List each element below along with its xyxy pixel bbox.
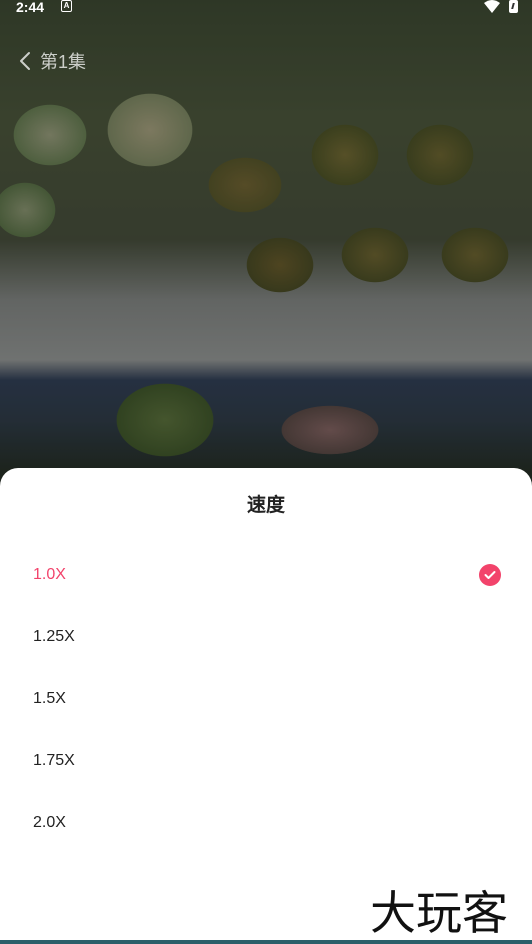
back-button[interactable]: 第1集 — [18, 48, 86, 74]
speed-option-label: 1.0X — [33, 566, 66, 583]
status-bar: 2:44 A — [0, 0, 532, 16]
check-circle-icon — [479, 564, 501, 586]
speed-option-1-0x[interactable]: 1.0X — [0, 544, 532, 606]
speed-option-1-75x[interactable]: 1.75X — [0, 730, 532, 792]
chevron-left-icon — [18, 51, 32, 71]
wifi-icon — [484, 0, 500, 13]
watermark-logo: 大玩客 — [370, 886, 508, 939]
speed-option-label: 1.5X — [33, 690, 66, 707]
episode-title: 第1集 — [40, 52, 87, 72]
watermark-text: 大玩客 — [370, 886, 508, 939]
speed-option-1-5x[interactable]: 1.5X — [0, 668, 532, 730]
speed-options-list: 1.0X 1.25X 1.5X 1.75X 2.0X — [0, 544, 532, 854]
speed-option-label: 1.75X — [33, 752, 75, 769]
status-time: 2:44 — [16, 0, 45, 15]
speed-option-label: 1.25X — [33, 628, 75, 645]
speed-option-2-0x[interactable]: 2.0X — [0, 792, 532, 854]
bottom-edge-line — [0, 940, 532, 944]
sheet-title: 速度 — [246, 495, 285, 516]
speed-option-label: 2.0X — [33, 814, 66, 831]
battery-icon — [509, 0, 518, 13]
speed-option-1-25x[interactable]: 1.25X — [0, 606, 532, 668]
notification-a-icon: A — [61, 0, 72, 12]
speed-bottom-sheet: 速度 1.0X 1.25X 1.5X 1.75X 2.0X — [0, 468, 532, 944]
